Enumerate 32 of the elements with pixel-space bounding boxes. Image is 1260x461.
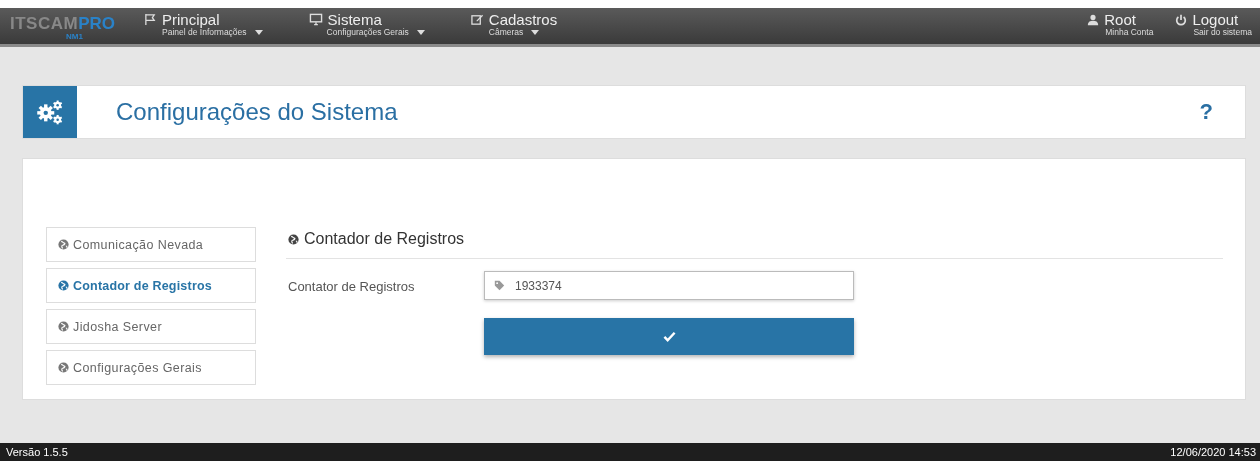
globe-icon xyxy=(58,239,69,250)
caret-icon xyxy=(254,30,263,36)
check-icon xyxy=(662,330,676,343)
globe-icon xyxy=(58,280,69,291)
sidebar-item[interactable]: Jidosha Server xyxy=(46,309,256,344)
monitor-icon xyxy=(308,13,323,26)
user-icon xyxy=(1087,13,1100,26)
panel-title: Contador de Registros xyxy=(304,230,465,248)
caret-icon xyxy=(531,30,540,36)
help-link[interactable]: ? xyxy=(1199,99,1213,125)
nav-link[interactable]: Logout Sair do sistema xyxy=(1161,8,1260,44)
edit-icon xyxy=(470,13,484,26)
sidebar-item[interactable]: Contador de Registros xyxy=(46,268,256,303)
nav-menu[interactable]: Sistema Configurações Gerais xyxy=(294,8,435,44)
datetime-text: 12/06/2020 14:53 xyxy=(1170,446,1256,458)
field-label: Contator de Registros xyxy=(287,278,416,296)
nav-menu[interactable]: Principal Painel de Informações xyxy=(130,8,273,44)
tag-icon xyxy=(494,280,505,291)
globe-icon xyxy=(58,362,69,373)
globe-icon xyxy=(58,321,69,332)
flag-icon xyxy=(144,13,157,26)
power-icon xyxy=(1175,13,1188,26)
globe-icon xyxy=(288,233,299,245)
page-title: Configurações do Sistema xyxy=(116,98,399,126)
submit-button[interactable] xyxy=(484,318,854,355)
input-field[interactable]: 1933374 xyxy=(484,271,854,300)
nav-link[interactable]: Root Minha Conta xyxy=(1073,8,1162,44)
sidebar-item[interactable]: Comunicação Nevada xyxy=(46,227,256,262)
caret-icon xyxy=(416,30,425,36)
version-text: Versão 1.5.5 xyxy=(6,446,68,458)
sidebar-item[interactable]: Configurações Gerais xyxy=(46,350,256,385)
nav-menu[interactable]: Cadastros Câmeras xyxy=(456,8,568,44)
